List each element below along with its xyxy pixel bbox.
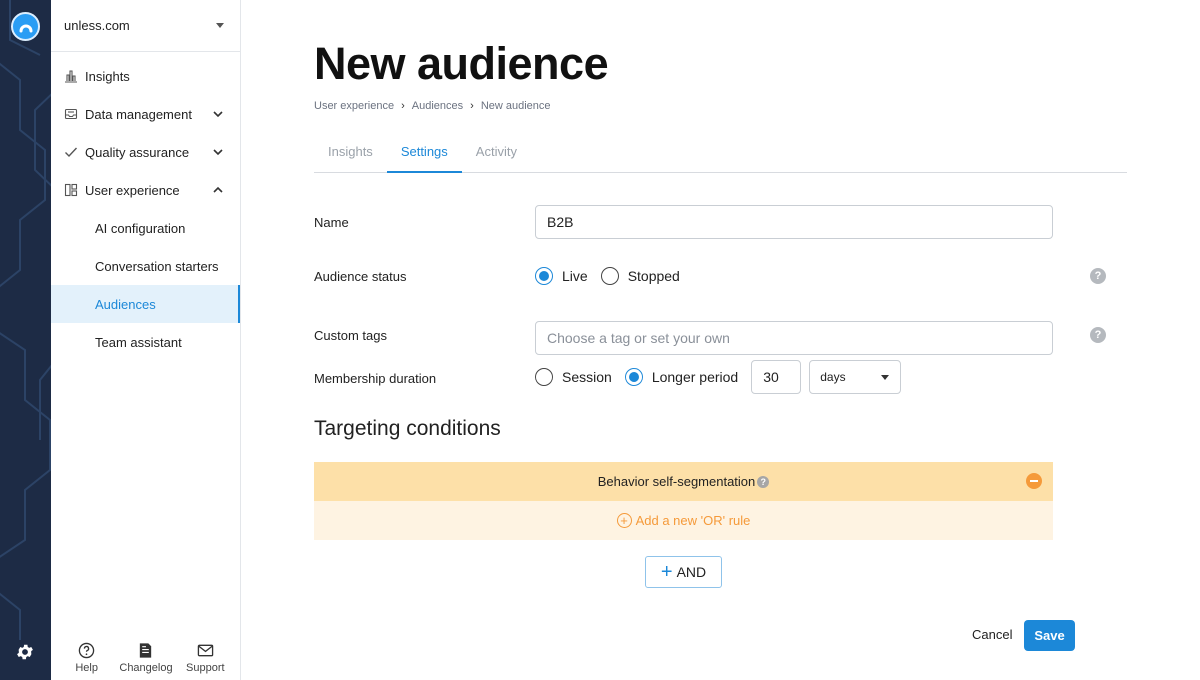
status-live-radio[interactable] [535, 267, 553, 285]
sidebar-item-insights[interactable]: Insights [51, 57, 240, 95]
sidebar-item-data-management[interactable]: Data management [51, 95, 240, 133]
app-rail [0, 0, 51, 680]
checkmark-icon [64, 145, 78, 159]
sidebar-item-label: Data management [85, 106, 192, 122]
tab-activity[interactable]: Activity [462, 138, 531, 173]
sidebar-item-quality-assurance[interactable]: Quality assurance [51, 133, 240, 171]
help-icon[interactable]: ? [1090, 327, 1106, 343]
targeting-conditions-title: Targeting conditions [314, 417, 501, 440]
audience-status-label: Audience status [314, 269, 407, 284]
condition-header: Behavior self-segmentation ? [314, 462, 1053, 501]
sidebar-item-label: User experience [85, 182, 180, 198]
add-and-button[interactable]: + AND [645, 556, 722, 588]
sidebar-subitem-team-assistant[interactable]: Team assistant [51, 323, 240, 361]
chevron-down-icon [213, 111, 223, 118]
remove-condition-icon[interactable] [1026, 473, 1042, 489]
app-logo[interactable] [11, 12, 40, 41]
settings-gear-icon[interactable] [15, 642, 35, 662]
help-icon[interactable]: ? [1090, 268, 1106, 284]
mail-icon [197, 644, 214, 657]
sidebar: unless.com Insights Data management Qual… [51, 0, 241, 680]
duration-number-input[interactable]: 30 [751, 360, 802, 394]
sidebar-item-user-experience[interactable]: User experience [51, 171, 240, 209]
audience-status-group: Live Stopped [535, 267, 693, 285]
status-stopped-radio[interactable] [600, 267, 619, 285]
changelog-icon [140, 643, 152, 658]
name-input[interactable] [535, 205, 1053, 239]
breadcrumb: User experience › Audiences › New audien… [314, 100, 551, 112]
tab-bar: Insights Settings Activity [314, 138, 1127, 173]
condition-label: Behavior self-segmentation [597, 474, 756, 489]
org-switcher[interactable]: unless.com [51, 0, 240, 52]
and-label: AND [676, 564, 707, 580]
chevron-down-icon [213, 149, 223, 156]
name-label: Name [314, 215, 349, 230]
breadcrumb-item[interactable]: Audiences [412, 100, 463, 112]
duration-session-label[interactable]: Session [562, 369, 612, 385]
breadcrumb-separator-icon: › [470, 100, 474, 112]
sidebar-footer: Help Changelog Support [51, 642, 241, 674]
help-label: Help [75, 662, 98, 674]
membership-duration-group: Session Longer period 30 days [535, 360, 902, 394]
sidebar-subitem-audiences[interactable]: Audiences [51, 285, 240, 323]
changelog-button[interactable]: Changelog [116, 642, 175, 674]
duration-session-radio[interactable] [535, 368, 553, 386]
caret-down-icon [216, 23, 224, 28]
tab-insights[interactable]: Insights [314, 138, 387, 173]
inbox-icon [64, 107, 78, 121]
sidebar-subitem-conversation-starters[interactable]: Conversation starters [51, 247, 240, 285]
changelog-label: Changelog [119, 662, 173, 674]
breadcrumb-item-current: New audience [480, 100, 551, 112]
plus-icon: + [660, 561, 673, 583]
duration-longer-label[interactable]: Longer period [652, 369, 738, 385]
org-name: unless.com [64, 18, 130, 33]
duration-longer-radio[interactable] [624, 368, 643, 386]
tab-settings[interactable]: Settings [386, 138, 462, 173]
breadcrumb-item[interactable]: User experience [314, 100, 394, 112]
sidebar-item-label: Insights [85, 68, 130, 84]
plus-circle-icon: + [616, 513, 632, 528]
save-button[interactable]: Save [1024, 620, 1075, 651]
sidebar-item-label: Quality assurance [85, 144, 190, 160]
add-or-rule-label: Add a new 'OR' rule [635, 513, 751, 528]
help-button[interactable]: Help [57, 642, 116, 674]
main-content: New audience User experience › Audiences… [241, 0, 1200, 680]
chevron-up-icon [213, 186, 223, 193]
status-live-label[interactable]: Live [562, 268, 588, 284]
help-icon [78, 642, 95, 659]
custom-tags-input[interactable] [535, 321, 1053, 355]
support-label: Support [186, 662, 225, 674]
add-or-rule-button[interactable]: + Add a new 'OR' rule [314, 501, 1053, 540]
support-button[interactable]: Support [176, 642, 235, 674]
layout-icon [64, 183, 78, 197]
duration-unit-select[interactable]: days [809, 360, 902, 394]
duration-unit-value: days [820, 370, 846, 384]
bar-chart-icon [64, 69, 78, 83]
sidebar-subitem-ai-configuration[interactable]: AI configuration [51, 209, 240, 247]
rail-pattern [0, 0, 51, 640]
status-stopped-label[interactable]: Stopped [628, 268, 680, 284]
breadcrumb-separator-icon: › [401, 100, 405, 112]
membership-duration-label: Membership duration [314, 371, 437, 386]
dropdown-arrow-icon [881, 374, 890, 380]
page-title: New audience [314, 38, 609, 89]
cancel-button[interactable]: Cancel [972, 627, 1012, 642]
custom-tags-label: Custom tags [314, 328, 387, 343]
logo-icon [19, 24, 32, 32]
help-icon[interactable]: ? [757, 475, 770, 488]
